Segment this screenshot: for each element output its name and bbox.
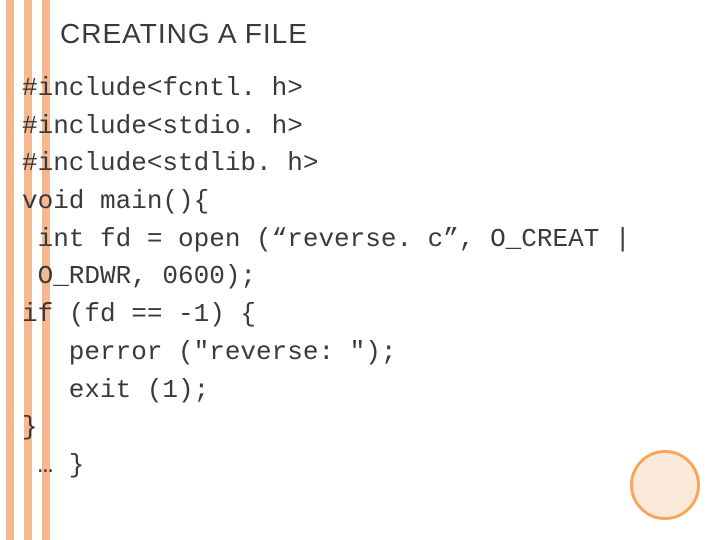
decorative-circle xyxy=(630,450,700,520)
code-block: #include<fcntl. h> #include<stdio. h> #i… xyxy=(22,70,631,485)
slide-title: CREATING A FILE xyxy=(60,18,308,50)
decorative-stripe xyxy=(6,0,14,540)
